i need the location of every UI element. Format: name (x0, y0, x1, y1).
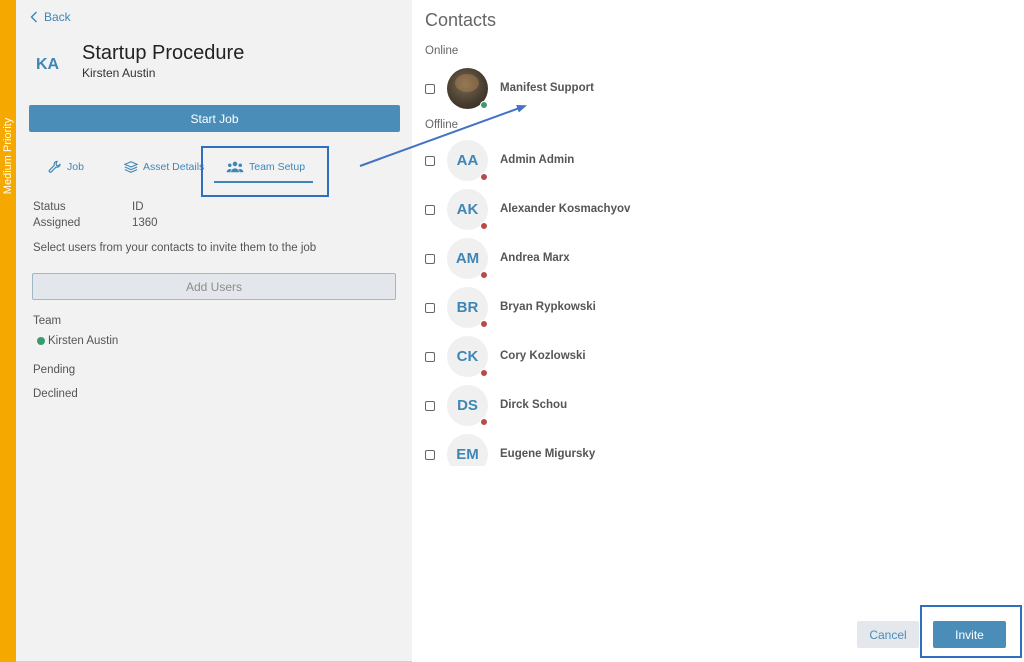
contact-checkbox[interactable] (425, 401, 435, 411)
offline-status-dot (480, 222, 488, 230)
active-tab-indicator (214, 181, 313, 183)
status-label: Status (33, 201, 66, 213)
online-status-dot (37, 337, 45, 345)
job-owner: Kirsten Austin (82, 66, 156, 80)
offline-status-dot (480, 418, 488, 426)
contact-row[interactable]: CK Cory Kozlowski (412, 336, 1024, 380)
contact-checkbox[interactable] (425, 254, 435, 264)
contact-checkbox[interactable] (425, 352, 435, 362)
tab-team-setup-label: Team Setup (249, 161, 306, 173)
team-label: Team (33, 315, 62, 327)
contact-row[interactable]: AM Andrea Marx (412, 238, 1024, 282)
cancel-button[interactable]: Cancel (857, 621, 919, 648)
contact-list: AA Admin Admin AK Alexander Kosmachyov A… (412, 140, 1024, 466)
contacts-panel: Contacts Online Manifest Support Offline… (412, 0, 1024, 662)
chevron-left-icon (30, 11, 37, 23)
contact-checkbox[interactable] (425, 205, 435, 215)
contact-checkbox[interactable] (425, 84, 435, 94)
team-member: Kirsten Austin (37, 335, 118, 347)
contact-name: Admin Admin (500, 154, 575, 166)
offline-status-dot (480, 369, 488, 377)
contact-row[interactable]: AK Alexander Kosmachyov (412, 189, 1024, 233)
offline-status-dot (480, 271, 488, 279)
contact-checkbox[interactable] (425, 450, 435, 460)
job-team-setup-screen: Medium Priority Back KA Startup Procedur… (0, 0, 1024, 662)
declined-label: Declined (33, 388, 78, 400)
invite-hint: Select users from your contacts to invit… (33, 242, 317, 254)
start-job-button[interactable]: Start Job (29, 105, 400, 132)
layers-icon (124, 161, 138, 173)
assigned-label: Assigned (33, 217, 81, 229)
contact-name: Eugene Migursky (500, 448, 596, 460)
tab-asset-details-label: Asset Details (143, 161, 205, 173)
contact-checkbox[interactable] (425, 156, 435, 166)
tab-job[interactable]: Job (48, 152, 84, 182)
back-button[interactable]: Back (30, 10, 71, 24)
contact-name: Cory Kozlowski (500, 350, 586, 362)
offline-status-dot (480, 173, 488, 181)
assigned-value: 1360 (132, 217, 158, 229)
priority-label-wrap: Medium Priority (1, 104, 15, 208)
assigned-row: Assigned 1360 (33, 217, 158, 229)
invite-button[interactable]: Invite (933, 621, 1006, 648)
job-tabs: Job Asset Details Team Setup (16, 152, 412, 192)
priority-label: Medium Priority (2, 117, 14, 195)
online-group-label: Online (425, 45, 459, 57)
contact-row[interactable]: EM Eugene Migursky (412, 434, 1024, 466)
avatar: EM (447, 434, 488, 466)
offline-group-label: Offline (425, 119, 459, 131)
status-value: ID (132, 201, 144, 213)
contacts-title: Contacts (425, 10, 497, 30)
team-member-name: Kirsten Austin (48, 335, 119, 347)
contact-row[interactable]: AA Admin Admin (412, 140, 1024, 184)
wrench-icon (48, 160, 61, 173)
back-label: Back (44, 10, 71, 24)
online-status-dot (480, 101, 488, 109)
contact-row[interactable]: DS Dirck Schou (412, 385, 1024, 429)
pending-label: Pending (33, 364, 76, 376)
contact-name: Alexander Kosmachyov (500, 203, 631, 215)
job-title: Startup Procedure (82, 42, 245, 64)
contact-name: Andrea Marx (500, 252, 570, 264)
contact-name: Bryan Rypkowski (500, 301, 596, 313)
job-details-panel: Back KA Startup Procedure Kirsten Austin… (16, 0, 412, 662)
contact-name: Manifest Support (500, 82, 594, 94)
offline-status-dot (480, 320, 488, 328)
avatar-photo (455, 74, 479, 92)
team-icon (226, 161, 244, 173)
owner-initials: KA (36, 56, 60, 73)
contact-row[interactable]: Manifest Support (412, 68, 1024, 112)
tab-asset-details[interactable]: Asset Details (124, 152, 204, 182)
priority-strip: Medium Priority (0, 0, 16, 662)
contact-row[interactable]: BR Bryan Rypkowski (412, 287, 1024, 331)
contact-name: Dirck Schou (500, 399, 568, 411)
tab-team-setup[interactable]: Team Setup (226, 152, 305, 182)
add-users-button[interactable]: Add Users (32, 273, 396, 300)
tab-job-label: Job (67, 161, 84, 173)
contact-checkbox[interactable] (425, 303, 435, 313)
status-row: Status ID (33, 201, 144, 213)
